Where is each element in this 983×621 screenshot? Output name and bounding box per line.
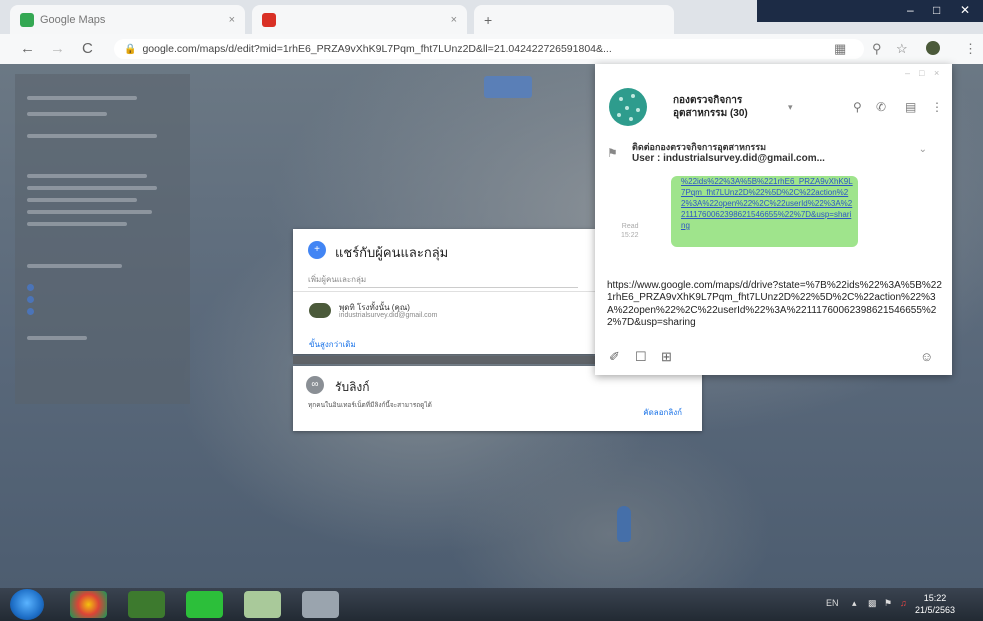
person-email: industrialsurvey.did@gmail.com <box>339 312 438 319</box>
new-tab-icon[interactable]: + <box>484 12 492 28</box>
share-advanced-link[interactable]: ขั้นสูงกว่าเดิม <box>309 338 356 351</box>
red-favicon-icon <box>262 12 276 27</box>
group-avatar[interactable] <box>609 88 647 126</box>
translate-icon[interactable]: ▦ <box>834 41 846 57</box>
pinned-announcement[interactable]: ⚑ ติดต่อกองตรวจกิจการอุตสาหกรรม User : i… <box>607 140 937 172</box>
side-line <box>27 112 107 116</box>
back-icon[interactable]: ← <box>20 40 35 57</box>
flag-icon[interactable]: ⚑ <box>884 598 892 609</box>
window-controls: – □ ✕ <box>757 0 983 22</box>
tab-close-icon[interactable]: × <box>451 14 457 26</box>
attach-icon[interactable]: ✐ <box>609 349 620 365</box>
taskbar-clock[interactable]: 15:22 21/5/2563 <box>915 592 955 616</box>
app-taskbar-icon[interactable] <box>302 591 339 618</box>
side-line <box>27 96 137 100</box>
chrome-taskbar-icon[interactable] <box>70 591 107 618</box>
share-dialog-title: แชร์กับผู้คนและกลุ่ม <box>335 245 449 260</box>
chat-group-name[interactable]: กองตรวจกิจการอุตสาหกรรม (30) <box>673 94 783 120</box>
layer-dot <box>27 296 34 303</box>
clock-time: 15:22 <box>923 593 947 603</box>
phone-icon[interactable]: ✆ <box>876 100 886 114</box>
star-icon[interactable]: ☆ <box>896 41 908 57</box>
tray-arrow-icon[interactable]: ▴ <box>852 598 857 609</box>
person-add-icon: + <box>308 241 326 259</box>
side-line <box>27 134 157 138</box>
volume-icon[interactable]: ♫ <box>900 598 907 608</box>
menu-dots-icon[interactable]: ⋮ <box>964 41 977 57</box>
side-line <box>27 198 137 202</box>
start-button[interactable] <box>10 589 44 620</box>
url-field[interactable]: 🔒 google.com/maps/d/edit?mid=1rhE6_PRZA9… <box>114 39 864 59</box>
chat-maximize-icon[interactable]: □ <box>919 68 924 78</box>
emoji-icon[interactable]: ☺ <box>920 349 933 364</box>
message-bubble[interactable]: %22ids%22%3A%5B%221rhE6_PRZA9vXhK9L7Pqm_… <box>671 176 858 247</box>
map-side-panel <box>15 74 190 404</box>
qgis-taskbar-icon[interactable] <box>128 591 165 618</box>
side-line <box>27 336 87 340</box>
side-line <box>27 264 122 268</box>
layer-dot <box>27 308 34 315</box>
maps-favicon-icon <box>20 12 34 27</box>
share-dialog: + แชร์กับผู้คนและกลุ่ม เพิ่มผู้คนและกลุ่… <box>293 229 595 354</box>
chat-close-icon[interactable]: × <box>934 68 939 78</box>
side-line <box>27 222 127 226</box>
message-time: Read 15:22 <box>621 223 639 239</box>
copy-link-button[interactable]: คัดลอกลิงก์ <box>643 406 682 419</box>
maximize-icon[interactable]: □ <box>933 3 940 17</box>
notes-icon[interactable]: ▤ <box>905 100 916 114</box>
pin-icon: ⚑ <box>607 146 618 160</box>
get-link-card: ∞ รับลิงก์ ทุกคนในอินเทอร์เน็ตที่มีลิงก์… <box>293 366 702 431</box>
language-indicator[interactable]: EN <box>826 598 839 608</box>
forward-icon[interactable]: → <box>50 40 65 57</box>
layer-dot <box>27 284 34 291</box>
map-share-button[interactable] <box>484 76 532 98</box>
network-icon[interactable]: ▩ <box>868 598 877 609</box>
browser-tabbar: Google Maps × × + – □ ✕ <box>0 0 983 34</box>
reload-icon[interactable]: C <box>82 40 93 57</box>
map-pin-icon <box>617 506 631 542</box>
get-link-description: ทุกคนในอินเทอร์เน็ตที่มีลิงก์นี้จะสามารถ… <box>308 402 432 409</box>
get-link-title: รับลิงก์ <box>335 380 370 394</box>
link-icon: ∞ <box>306 376 324 394</box>
chevron-down-icon[interactable]: ⌄ <box>919 144 927 155</box>
profile-avatar[interactable] <box>926 41 940 55</box>
divider <box>293 291 595 292</box>
address-bar: ← → C 🔒 google.com/maps/d/edit?mid=1rhE6… <box>0 34 983 65</box>
side-line <box>27 210 152 214</box>
chat-window-titlebar: – □ × <box>595 64 952 84</box>
close-window-icon[interactable]: ✕ <box>960 3 970 17</box>
pinned-title: ติดต่อกองตรวจกิจการอุตสาหกรรม <box>632 142 767 152</box>
menu-icon[interactable]: ⋮ <box>931 100 943 114</box>
pinned-subtitle: User : industrialsurvey.did@gmail.com... <box>632 153 825 164</box>
tab-close-icon[interactable]: × <box>229 14 235 26</box>
tab-second[interactable]: × <box>252 5 467 34</box>
side-line <box>27 186 157 190</box>
line-chat-window: – □ × กองตรวจกิจการอุตสาหกรรม (30) ▾ ⚲ ✆… <box>595 64 952 375</box>
search-icon[interactable]: ⚲ <box>853 100 862 114</box>
line-taskbar-icon[interactable] <box>186 591 223 618</box>
excel-taskbar-icon[interactable] <box>244 591 281 618</box>
bookmark-icon[interactable]: ☐ <box>635 349 647 365</box>
chat-minimize-icon[interactable]: – <box>905 68 910 78</box>
windows-taskbar: EN ▴ ▩ ⚑ ♫ 15:22 21/5/2563 <box>0 588 983 621</box>
tab-google-maps[interactable]: Google Maps × <box>10 5 245 34</box>
tab-new[interactable]: + <box>474 5 674 34</box>
dialog-gap <box>293 356 595 364</box>
chevron-down-icon[interactable]: ▾ <box>788 102 793 113</box>
tab-title: Google Maps <box>40 13 106 26</box>
avatar <box>309 303 331 318</box>
side-line <box>27 174 147 178</box>
lock-icon: 🔒 <box>124 43 137 55</box>
share-people-input[interactable]: เพิ่มผู้คนและกลุ่ม <box>308 273 578 288</box>
zoom-icon[interactable]: ⚲ <box>872 41 882 57</box>
crop-icon[interactable]: ⊞ <box>661 349 672 365</box>
clock-date: 21/5/2563 <box>915 605 956 615</box>
message-link[interactable]: %22ids%22%3A%5B%221rhE6_PRZA9vXhK9L7Pqm_… <box>681 176 853 231</box>
message-input[interactable]: https://www.google.com/maps/d/drive?stat… <box>607 280 942 329</box>
url-text: google.com/maps/d/edit?mid=1rhE6_PRZA9vX… <box>142 43 612 55</box>
minimize-icon[interactable]: – <box>907 3 914 17</box>
